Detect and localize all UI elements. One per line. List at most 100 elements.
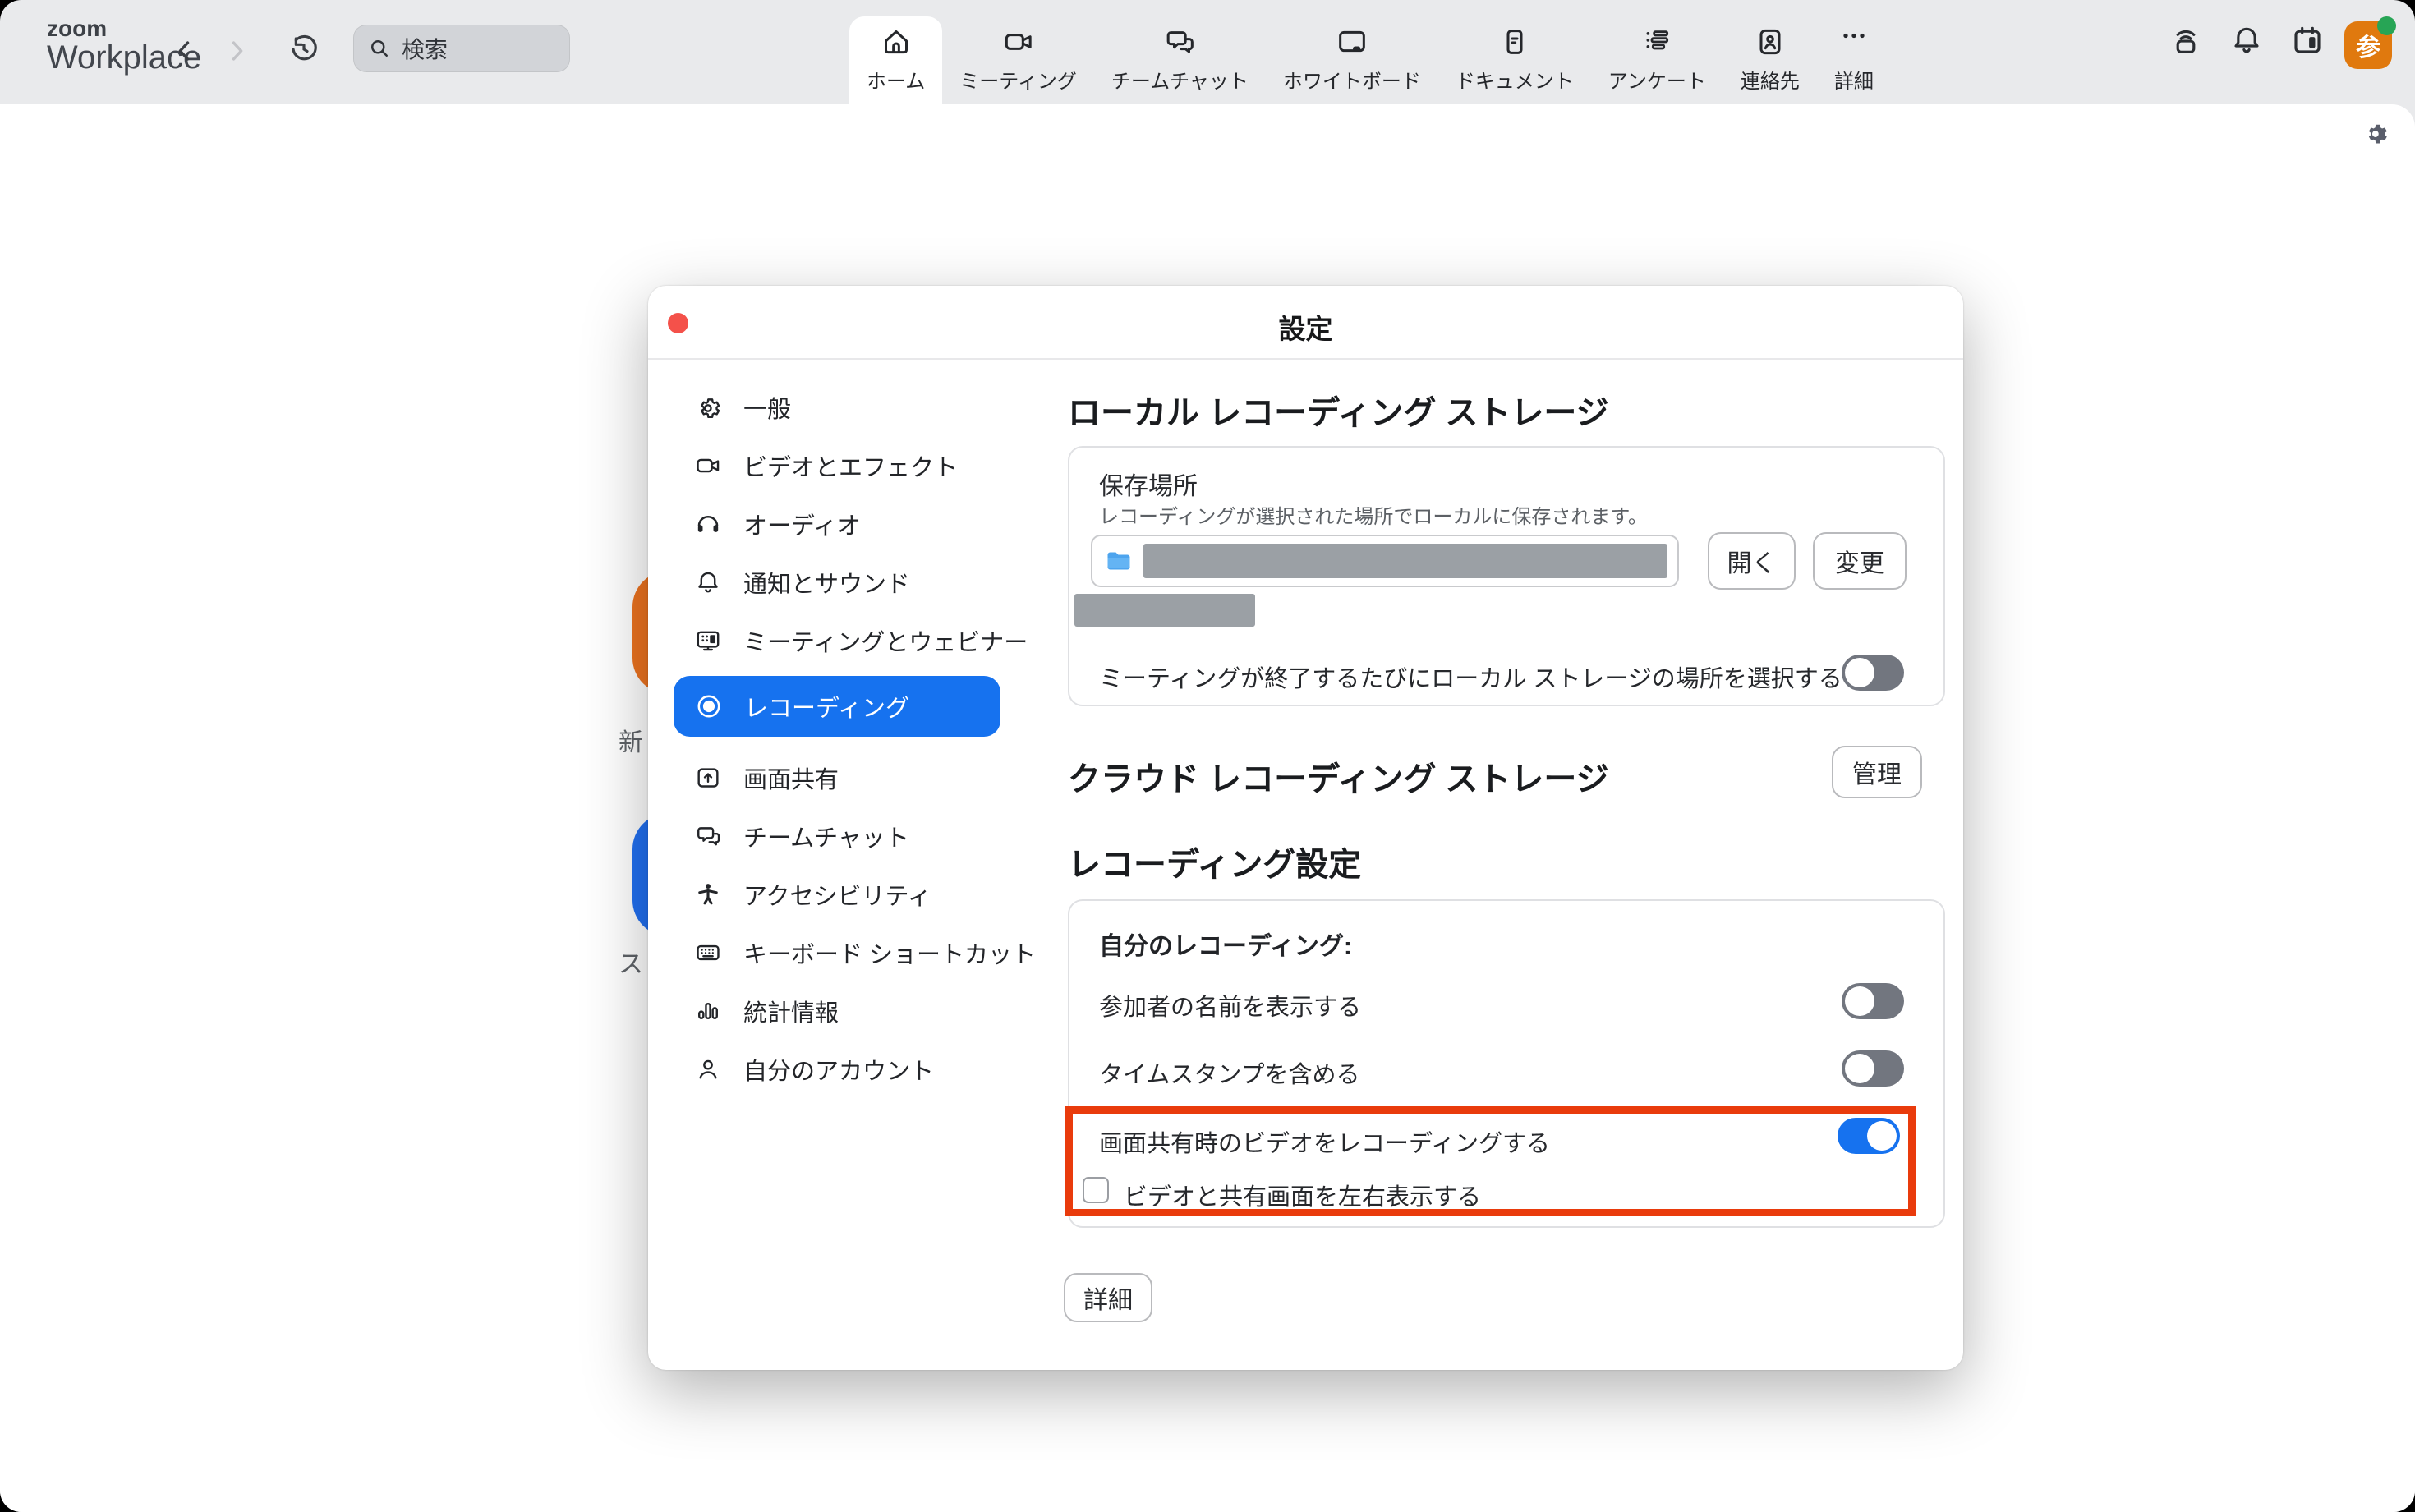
search-icon	[367, 36, 392, 61]
sidebar-label: チームチャット	[743, 819, 909, 853]
presence-dot	[2377, 16, 2396, 35]
sidebar-item-accessibility[interactable]: アクセシビリティ	[673, 866, 1010, 923]
save-location-label: 保存場所	[1099, 466, 1198, 502]
tab-label: チームチャット	[1111, 65, 1249, 94]
tab-label: ホーム	[867, 65, 925, 94]
save-location-path-redacted	[1143, 544, 1668, 578]
sidebar-label: 画面共有	[743, 761, 839, 795]
forward-button[interactable]	[218, 33, 255, 69]
folder-icon	[1104, 546, 1134, 576]
sidebar-label: オーディオ	[743, 507, 861, 541]
sidebar-item-general[interactable]: 一般	[673, 379, 1010, 436]
tab-label: 連絡先	[1741, 65, 1800, 94]
bell-icon	[694, 568, 722, 596]
include-timestamp-label: タイムスタンプを含める	[1099, 1055, 1360, 1090]
tab-home[interactable]: ホーム	[849, 16, 942, 104]
save-location-field[interactable]	[1091, 535, 1679, 587]
whiteboard-icon	[1335, 25, 1369, 59]
side-by-side-checkbox[interactable]	[1083, 1177, 1109, 1203]
stats-icon	[694, 997, 722, 1025]
include-timestamp-toggle[interactable]	[1842, 1050, 1904, 1087]
record-video-during-share-toggle[interactable]	[1838, 1118, 1900, 1154]
chevron-right-icon	[223, 37, 251, 65]
show-participant-names-toggle[interactable]	[1842, 983, 1904, 1019]
screen-share-icon	[694, 764, 722, 792]
advanced-button-label: 詳細	[1083, 1280, 1133, 1316]
survey-icon	[1640, 25, 1674, 59]
main-tabs: ホーム ミーティング チームチャット ホワイトボード	[849, 16, 1891, 104]
tab-contacts[interactable]: 連絡先	[1723, 16, 1817, 104]
sidebar-item-video-effects[interactable]: ビデオとエフェクト	[673, 437, 1010, 494]
sidebar-item-my-account[interactable]: 自分のアカウント	[673, 1041, 1010, 1098]
sidebar-label: 自分のアカウント	[743, 1052, 934, 1087]
dialog-title: 設定	[648, 307, 1963, 347]
schedule-label: ス	[619, 944, 643, 980]
document-icon	[1497, 25, 1532, 59]
tab-whiteboard[interactable]: ホワイトボード	[1266, 16, 1438, 104]
sidebar-item-screen-share[interactable]: 画面共有	[673, 749, 1010, 807]
sidebar-item-audio[interactable]: オーディオ	[673, 495, 1010, 553]
recording-settings-card: 自分のレコーディング: 参加者の名前を表示する タイムスタンプを含める 画面共有…	[1068, 899, 1945, 1228]
sidebar-item-recording[interactable]: レコーディング	[674, 676, 1000, 737]
accessibility-icon	[694, 880, 722, 908]
avatar-initial: 参	[2356, 27, 2380, 63]
tab-docs[interactable]: ドキュメント	[1438, 16, 1591, 104]
connected-devices-button[interactable]	[2169, 23, 2203, 57]
bell-icon	[2229, 23, 2264, 57]
home-settings-button[interactable]	[2361, 118, 2390, 148]
open-button-label: 開く	[1727, 543, 1777, 579]
side-by-side-checkbox-label: ビデオと共有画面を左右表示する	[1124, 1178, 1481, 1212]
save-location-desc: レコーディングが選択された場所でローカルに保存されます。	[1099, 500, 1648, 529]
sidebar-label: ビデオとエフェクト	[743, 448, 958, 483]
open-button[interactable]: 開く	[1708, 532, 1796, 590]
search-input[interactable]: 検索	[353, 25, 570, 72]
recording-settings-heading: レコーディング設定	[1068, 838, 1361, 885]
sidebar-label: レコーディング	[744, 689, 909, 724]
more-icon	[1837, 25, 1871, 59]
sidebar-item-meetings-webinars[interactable]: ミーティングとウェビナー	[673, 612, 1010, 669]
headphones-icon	[694, 510, 722, 538]
advanced-button[interactable]: 詳細	[1064, 1273, 1152, 1322]
gear-icon	[694, 393, 722, 421]
cloud-storage-heading: クラウド レコーディング ストレージ	[1068, 752, 1609, 800]
tab-label: ミーティング	[959, 65, 1077, 94]
sidebar-item-team-chat[interactable]: チームチャット	[673, 807, 1010, 865]
calendar-button[interactable]	[2290, 23, 2325, 57]
path-overflow-redacted	[1074, 594, 1255, 627]
manage-button[interactable]: 管理	[1832, 746, 1922, 798]
history-button[interactable]	[286, 31, 322, 67]
choose-location-toggle[interactable]	[1842, 655, 1904, 691]
sidebar-item-notifications[interactable]: 通知とサウンド	[673, 554, 1010, 611]
change-button[interactable]: 変更	[1813, 532, 1907, 590]
gear-icon	[2361, 118, 2390, 148]
chat-icon	[694, 822, 722, 850]
keyboard-icon	[694, 939, 722, 967]
tab-label: ホワイトボード	[1283, 65, 1421, 94]
tab-surveys[interactable]: アンケート	[1591, 16, 1723, 104]
manage-button-label: 管理	[1852, 754, 1902, 790]
video-icon	[694, 452, 722, 480]
tab-label: ドキュメント	[1456, 65, 1574, 94]
sidebar-item-keyboard-shortcuts[interactable]: キーボード ショートカット	[673, 924, 1010, 981]
sidebar-label: 通知とサウンド	[743, 565, 910, 600]
tab-label: 詳細	[1834, 65, 1874, 94]
my-recordings-label: 自分のレコーディング:	[1099, 926, 1352, 962]
show-participant-names-label: 参加者の名前を表示する	[1099, 988, 1361, 1023]
tab-team-chat[interactable]: チームチャット	[1094, 16, 1266, 104]
tab-more[interactable]: 詳細	[1817, 16, 1891, 104]
record-icon	[695, 692, 723, 720]
history-icon	[288, 33, 320, 66]
devices-icon	[2169, 23, 2203, 57]
toggle-knob	[1845, 1054, 1874, 1083]
toggle-knob	[1845, 658, 1874, 687]
new-meeting-label: 新	[619, 722, 643, 758]
sidebar-item-statistics[interactable]: 統計情報	[673, 982, 1010, 1040]
calendar-icon	[2290, 23, 2325, 57]
back-button[interactable]	[167, 33, 203, 69]
meeting-screen-icon	[694, 627, 722, 655]
sidebar-label: ミーティングとウェビナー	[743, 623, 1028, 658]
app-window: zoom Workplace 検索	[0, 0, 2415, 1512]
chat-icon	[1162, 25, 1197, 59]
notifications-button[interactable]	[2229, 23, 2264, 57]
tab-meetings[interactable]: ミーティング	[942, 16, 1094, 104]
